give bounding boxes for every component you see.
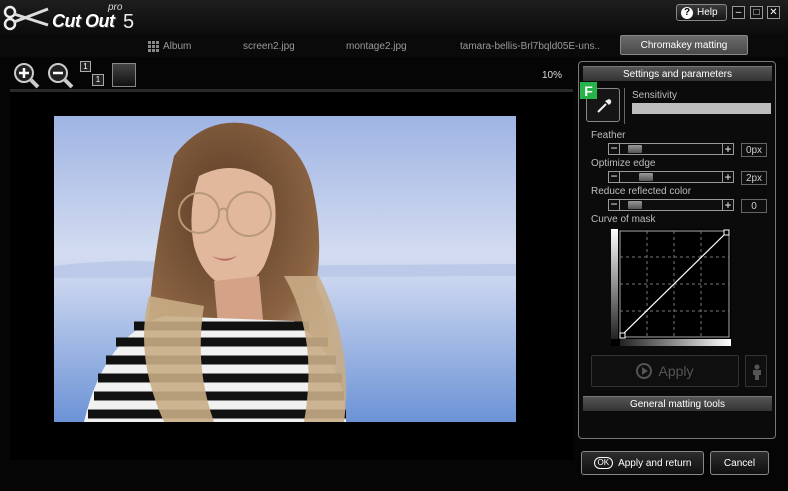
optimize-edge-slider-knob[interactable] (639, 173, 653, 181)
f-badge: F (580, 82, 597, 99)
reduce-reflected-value[interactable]: 0 (741, 199, 767, 213)
apply-and-return-button[interactable]: OK Apply and return (581, 451, 704, 475)
optimize-edge-label: Optimize edge (591, 158, 656, 169)
tab-album-label: Album (163, 41, 192, 52)
help-button[interactable]: ? Help (676, 4, 727, 21)
zoom-out-icon[interactable] (46, 61, 74, 89)
plus-icon[interactable]: + (722, 199, 733, 211)
plus-icon[interactable]: + (722, 171, 733, 183)
general-matting-tools-header[interactable]: General matting tools (583, 396, 772, 411)
tab-montage2[interactable]: montage2.jpg (346, 38, 407, 55)
person-preview-button[interactable] (745, 355, 767, 387)
portrait-photo[interactable] (54, 116, 516, 422)
fit-to-window-icon[interactable] (112, 63, 136, 87)
reduce-reflected-label: Reduce reflected color (591, 186, 692, 197)
zoom-level: 10% (541, 70, 562, 81)
sensitivity-bar[interactable] (632, 103, 771, 114)
app-version: 5 (123, 11, 135, 33)
minus-icon[interactable]: − (609, 170, 620, 182)
feather-value[interactable]: 0px (741, 143, 767, 157)
apply-button[interactable]: Apply (591, 355, 739, 387)
play-icon (636, 363, 653, 379)
cancel-button[interactable]: Cancel (710, 451, 769, 475)
curve-label: Curve of mask (591, 214, 656, 225)
tab-screen2[interactable]: screen2.jpg (243, 38, 295, 55)
person-icon (753, 364, 761, 380)
feather-slider[interactable]: − + (608, 142, 734, 155)
question-icon: ? (681, 6, 693, 19)
apply-label: Apply (658, 363, 694, 379)
feather-label: Feather (591, 130, 626, 141)
app-logo-text: Cut Out (52, 11, 115, 31)
ok-icon: OK (593, 457, 614, 469)
close-button[interactable]: ✕ (767, 6, 780, 19)
actual-size-button[interactable]: 1 1 (80, 61, 106, 88)
app-edition: pro (108, 2, 123, 13)
plus-icon[interactable]: + (722, 143, 733, 155)
reduce-reflected-slider-knob[interactable] (628, 201, 642, 209)
tab-chromakey-matting[interactable]: Chromakey matting (620, 35, 748, 55)
reduce-reflected-slider[interactable]: − + (608, 198, 734, 211)
optimize-edge-slider[interactable]: − + (608, 170, 734, 183)
actual-size-a: 1 (80, 61, 91, 72)
eyedropper-icon (597, 99, 612, 113)
apply-and-return-label: Apply and return (618, 457, 692, 469)
tab-tamara-bellis[interactable]: tamara-bellis-Brl7bqld05E-uns... (460, 38, 600, 55)
actual-size-b: 1 (92, 74, 104, 86)
settings-header: Settings and parameters (583, 66, 772, 81)
scissors-logo-icon (3, 5, 49, 31)
mask-curve-editor[interactable] (611, 229, 731, 346)
feather-slider-knob[interactable] (628, 145, 642, 153)
help-label: Help (697, 7, 718, 18)
panel-separator (624, 88, 625, 124)
minimize-button[interactable]: – (732, 6, 745, 19)
minus-icon[interactable]: − (609, 142, 620, 154)
maximize-button[interactable]: □ (750, 6, 763, 19)
zoom-in-icon[interactable] (12, 61, 40, 89)
optimize-edge-value[interactable]: 2px (741, 171, 767, 185)
tab-album[interactable]: Album (148, 38, 191, 55)
sensitivity-label: Sensitivity (632, 90, 678, 101)
grid-icon (148, 41, 159, 52)
minus-icon[interactable]: − (609, 198, 620, 210)
